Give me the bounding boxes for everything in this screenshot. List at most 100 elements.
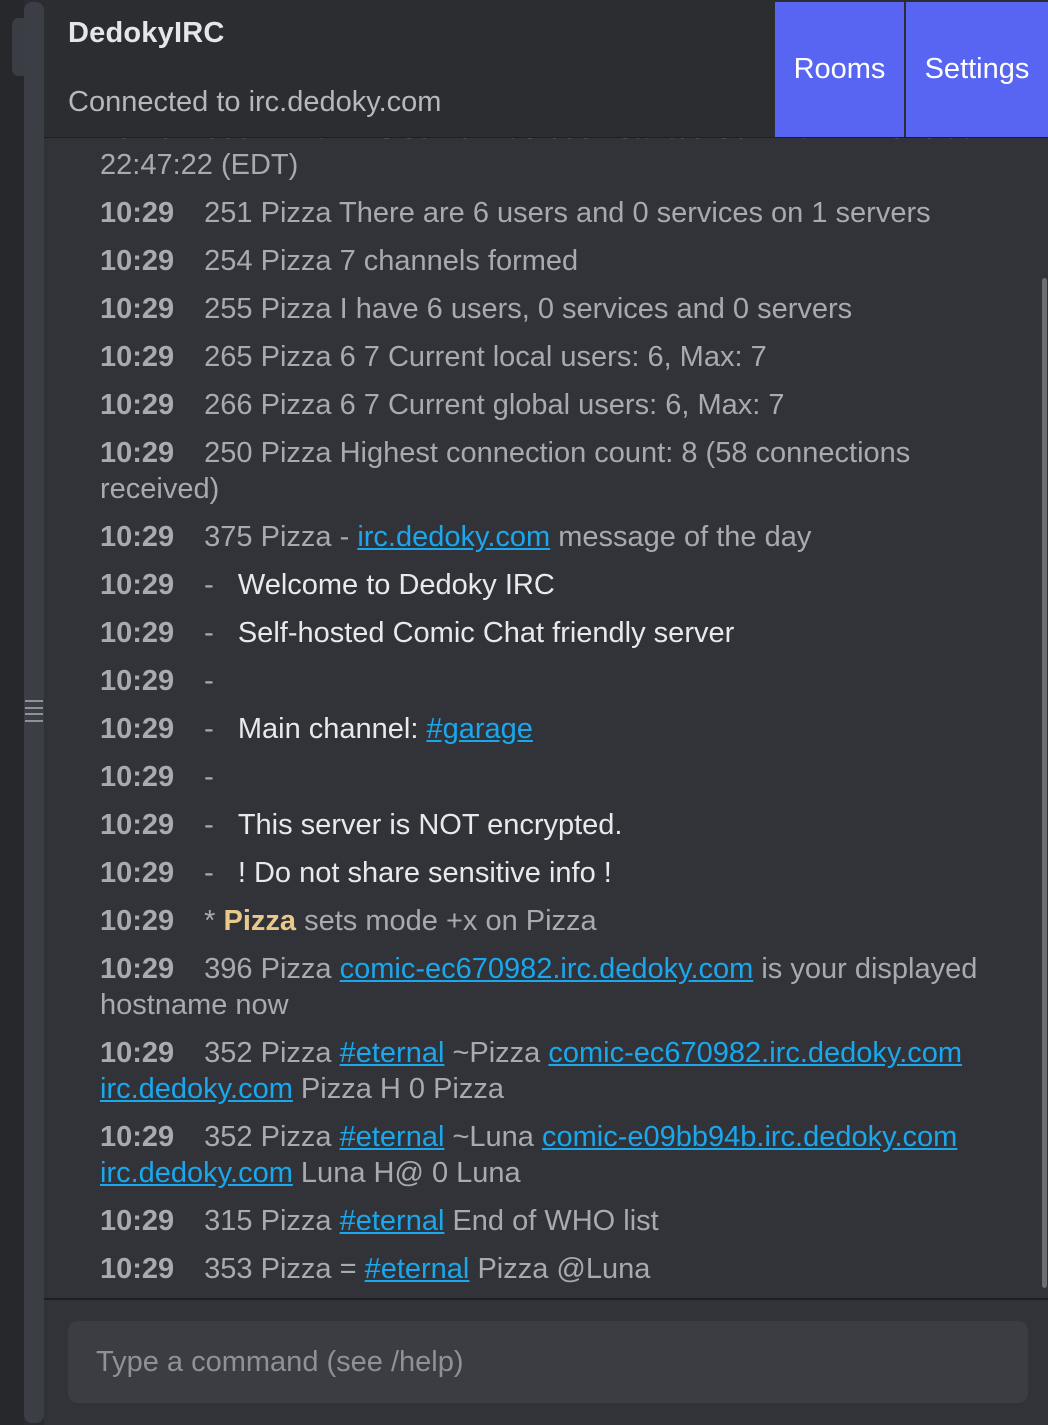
message-timestamp: 10:29 [100, 521, 175, 553]
message-text: 255 Pizza I have 6 users, 0 services and… [204, 293, 853, 325]
motd-dash: - [204, 857, 214, 889]
message-text: Pizza H 0 Pizza [292, 1073, 505, 1105]
message-timestamp: 10:29 [100, 761, 175, 793]
message-timestamp: 10:29 [100, 1037, 175, 1069]
message-line: 10:29 353 Pizza = #eternal Pizza @Luna [100, 1251, 1000, 1287]
message-text: sets mode +x on Pizza [296, 905, 597, 937]
message-text: message of the day [550, 521, 812, 553]
message-line: 10:29 * Pizza sets mode +x on Pizza [100, 903, 1000, 939]
message-timestamp: 10:29 [100, 569, 175, 601]
message-timestamp: 10:29 [100, 617, 175, 649]
motd-dash: - [204, 569, 214, 601]
host-link[interactable]: irc.dedoky.com [100, 1157, 293, 1189]
message-line: 10:29 251 Pizza There are 6 users and 0 s… [100, 195, 1000, 231]
rooms-button[interactable]: Rooms [775, 2, 904, 137]
motd-text: Self-hosted Comic Chat friendly server [237, 617, 735, 649]
message-timestamp: 10:29 [100, 1205, 175, 1237]
scrollbar-thumb[interactable] [1042, 278, 1047, 1288]
message-line: 10:29- Welcome to Dedoky IRC [100, 567, 1000, 603]
message-line: 10:29 352 Pizza #eternal ~Luna comic-e09b… [100, 1119, 1000, 1191]
motd-text: ! Do not share sensitive info ! [237, 857, 612, 889]
message-timestamp: 10:29 [100, 341, 175, 373]
message-text: 375 Pizza - [204, 521, 358, 553]
message-line: 10:29 315 Pizza #eternal End of WHO list [100, 1203, 1000, 1239]
message-text: 353 Pizza = [204, 1253, 365, 1285]
message-text: 254 Pizza 7 channels formed [204, 245, 579, 277]
scrollbar[interactable] [1042, 278, 1047, 1288]
message-line: 10:29 352 Pizza #eternal ~Pizza comic-ec6… [100, 1035, 1000, 1107]
motd-dash: - [204, 713, 214, 745]
message-text: Pizza @Luna [469, 1253, 651, 1285]
message-text: 265 Pizza 6 7 Current local users: 6, Ma… [204, 341, 767, 373]
message-text: * [204, 905, 224, 937]
message-timestamp: 10:29 [100, 138, 174, 145]
motd-dash: - [204, 809, 214, 841]
message-timestamp: 10:29 [100, 1121, 175, 1153]
channel-link[interactable]: #eternal [365, 1253, 470, 1285]
message-text: 266 Pizza 6 7 Current global users: 6, M… [204, 389, 785, 421]
host-link[interactable]: comic-ec670982.irc.dedoky.com [340, 953, 754, 985]
message-timestamp: 10:29 [100, 809, 175, 841]
message-line: 10:29 396 Pizza comic-ec670982.irc.dedoky… [100, 951, 1000, 1023]
motd-dash: - [204, 665, 214, 697]
message-timestamp: 10:29 [100, 953, 175, 985]
message-text: ~Luna [444, 1121, 542, 1153]
channel-link[interactable]: #garage [426, 713, 532, 745]
nick-name[interactable]: Pizza [224, 905, 297, 937]
message-timestamp: 10:29 [100, 197, 175, 229]
message-text: Luna H@ 0 Luna [292, 1157, 521, 1189]
message-text: 250 Pizza Highest connection count: 8 (5… [100, 437, 911, 505]
message-line: 10:29- This server is NOT encrypted. [100, 807, 1000, 843]
message-text: End of WHO list [444, 1205, 659, 1237]
message-timestamp: 10:29 [100, 713, 175, 745]
host-link[interactable]: comic-ec670982.irc.dedoky.com [548, 1037, 962, 1069]
message-timestamp: 10:29 [100, 905, 175, 937]
command-input[interactable] [68, 1321, 1028, 1403]
app-title: DedokyIRC [68, 17, 225, 49]
host-link[interactable]: irc.dedoky.com [100, 1073, 293, 1105]
message-line: 10:29003 Pizza This server has been star… [100, 138, 1000, 183]
message-line: 10:29 266 Pizza 6 7 Current global users:… [100, 387, 1000, 423]
message-text: 251 Pizza There are 6 users and 0 servic… [204, 197, 931, 229]
settings-button[interactable]: Settings [906, 2, 1048, 137]
left-rail [0, 0, 26, 1425]
message-timestamp: 10:29 [100, 389, 175, 421]
message-timestamp: 10:29 [100, 857, 175, 889]
message-timestamp: 10:29 [100, 293, 175, 325]
message-line: 10:29 265 Pizza 6 7 Current local users: … [100, 339, 1000, 375]
message-text: 352 Pizza [204, 1121, 340, 1153]
divider [44, 1298, 1048, 1300]
message-line: 10:29- [100, 759, 1000, 795]
chat-panel: DedokyIRC Connected to irc.dedoky.com Ro… [44, 0, 1048, 1425]
message-line: 10:29 375 Pizza - irc.dedoky.com message … [100, 519, 1000, 555]
message-line: 10:29-! Do not share sensitive info ! [100, 855, 1000, 891]
message-line: 10:29 250 Pizza Highest connection count:… [100, 435, 1000, 507]
message-text: 396 Pizza [204, 953, 340, 985]
message-line: 10:29 255 Pizza I have 6 users, 0 service… [100, 291, 1000, 327]
message-text: ~Pizza [444, 1037, 549, 1069]
channel-link[interactable]: #eternal [340, 1121, 445, 1153]
channel-link[interactable]: #eternal [340, 1205, 445, 1237]
motd-dash: - [204, 617, 214, 649]
host-link[interactable]: irc.dedoky.com [357, 521, 550, 553]
motd-text: Main channel: [237, 713, 427, 745]
motd-dash: - [204, 761, 214, 793]
host-link[interactable]: comic-e09bb94b.irc.dedoky.com [542, 1121, 957, 1153]
motd-text: Welcome to Dedoky IRC [237, 569, 555, 601]
message-timestamp: 10:29 [100, 1253, 175, 1285]
message-timestamp: 10:29 [100, 665, 175, 697]
message-line: 10:29- Self-hosted Comic Chat friendly se… [100, 615, 1000, 651]
message-line: 10:29- [100, 663, 1000, 699]
message-log[interactable]: 10:29003 Pizza This server has been star… [44, 138, 1048, 1298]
channel-link[interactable]: #eternal [340, 1037, 445, 1069]
message-timestamp: 10:29 [100, 245, 175, 277]
message-text: 003 Pizza This server has been started S… [100, 138, 969, 181]
message-text: 352 Pizza [204, 1037, 340, 1069]
message-text: 315 Pizza [204, 1205, 340, 1237]
drag-handle-icon[interactable] [24, 700, 44, 722]
chat-header: DedokyIRC Connected to irc.dedoky.com Ro… [44, 0, 1048, 138]
connection-status: Connected to irc.dedoky.com [68, 86, 442, 118]
message-list: 10:29003 Pizza This server has been star… [100, 138, 1000, 1298]
message-line: 10:29 254 Pizza 7 channels formed [100, 243, 1000, 279]
motd-text: This server is NOT encrypted. [237, 809, 623, 841]
